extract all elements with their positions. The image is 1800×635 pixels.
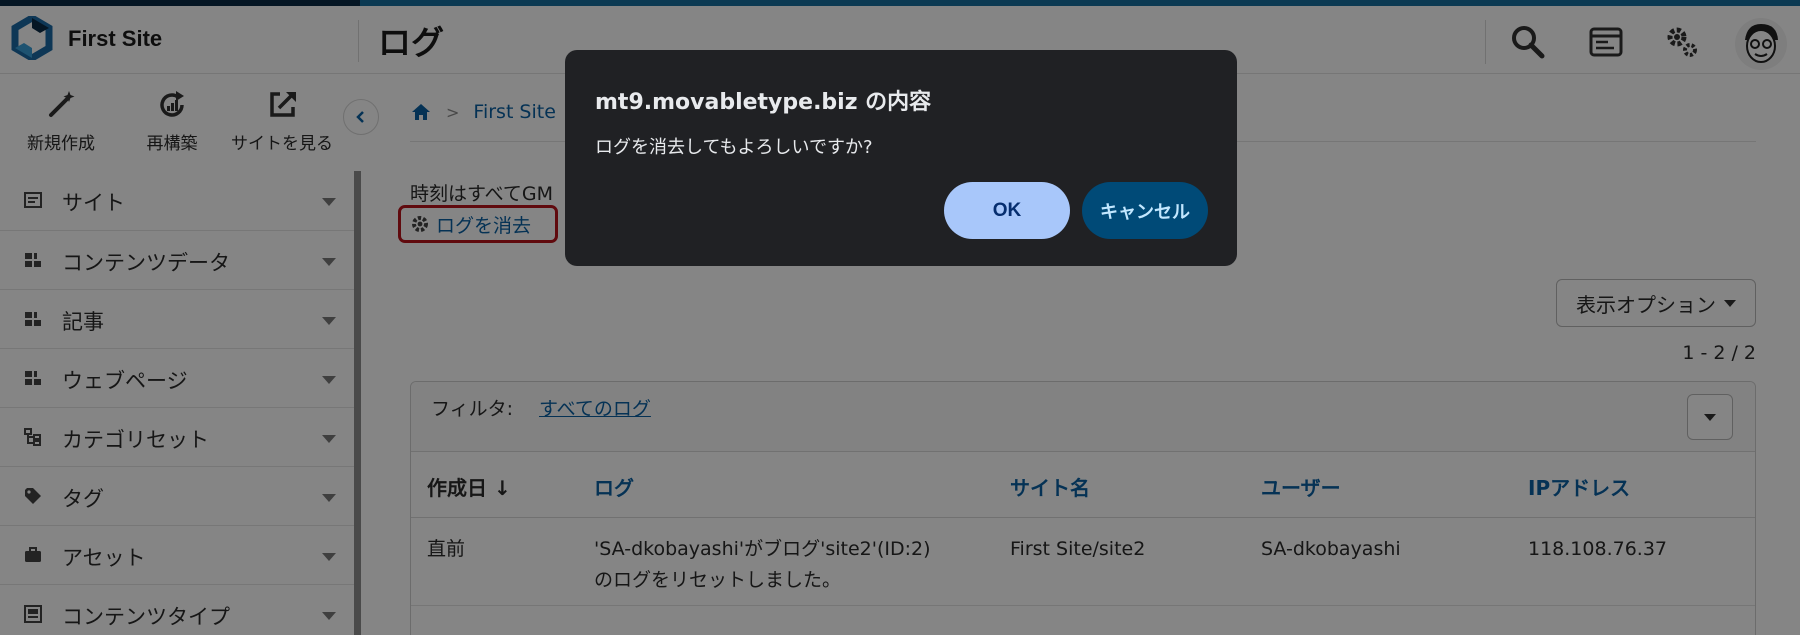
dialog-message: ログを消去してもよろしいですか? [595,137,873,158]
dialog-title: mt9.movabletype.biz の内容 [595,90,932,115]
confirm-dialog: mt9.movabletype.biz の内容 ログを消去してもよろしいですか?… [565,50,1237,266]
cancel-button[interactable]: キャンセル [1082,182,1208,239]
ok-button[interactable]: OK [944,182,1070,239]
